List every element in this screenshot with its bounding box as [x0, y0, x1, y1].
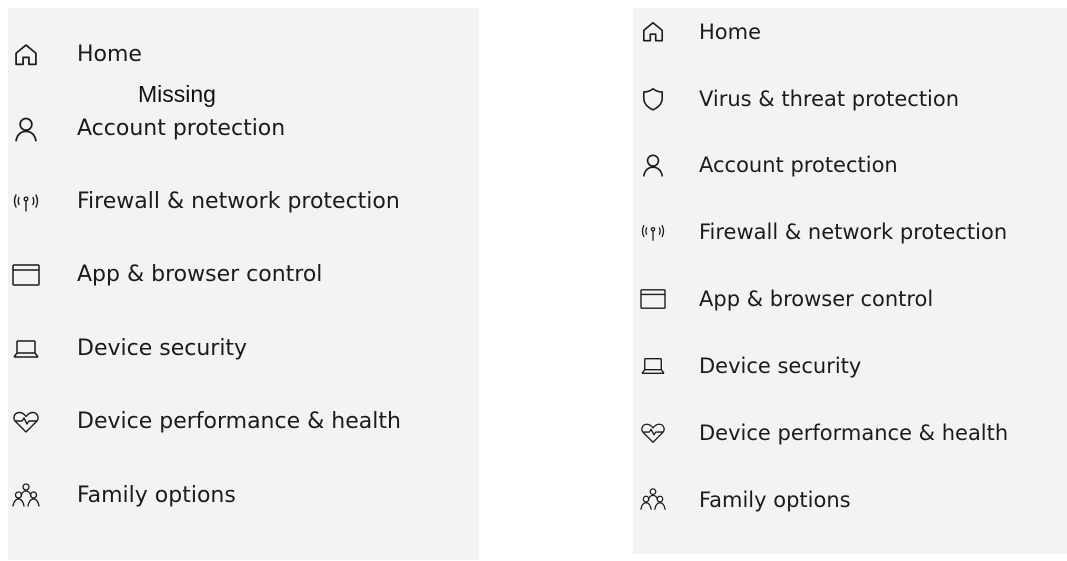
nav-item-label: Device security [699, 354, 862, 378]
heart-pulse-icon [10, 406, 42, 438]
nav-item-label: Firewall & network protection [77, 189, 400, 214]
app-window-icon [637, 283, 669, 315]
home-icon [10, 39, 42, 71]
nav-item-label: Virus & threat protection [699, 87, 960, 111]
laptop-icon [637, 350, 669, 382]
nav-item-label: Family options [77, 483, 236, 508]
family-icon [637, 484, 669, 516]
shield-icon [637, 83, 669, 115]
heart-pulse-icon [637, 417, 669, 449]
nav-item-firewall[interactable]: Firewall & network protection [8, 182, 468, 222]
nav-item-home[interactable]: Home [8, 35, 468, 75]
nav-item-label: Account protection [699, 153, 898, 177]
nav-item-family-options[interactable]: Family options [8, 476, 468, 516]
nav-item-family-options[interactable]: Family options [633, 480, 1053, 520]
nav-item-label: Account protection [77, 116, 286, 141]
laptop-icon [10, 333, 42, 365]
nav-item-label: Home [77, 42, 142, 67]
nav-item-app-browser-control[interactable]: App & browser control [8, 255, 468, 295]
nav-item-label: Home [699, 20, 762, 44]
nav-item-device-security[interactable]: Device security [8, 329, 468, 369]
nav-item-account-protection[interactable]: Account protection [633, 145, 1053, 185]
nav-item-label: Device performance & health [77, 409, 401, 434]
nav-item-device-performance[interactable]: Device performance & health [633, 413, 1053, 453]
home-icon [637, 16, 669, 48]
nav-item-label: Device security [77, 336, 248, 361]
nav-item-label: App & browser control [699, 287, 934, 311]
nav-item-label: App & browser control [77, 262, 323, 287]
person-icon [637, 149, 669, 181]
nav-item-label: Device performance & health [699, 421, 1009, 445]
nav-item-device-performance[interactable]: Device performance & health [8, 402, 468, 442]
nav-item-virus-threat-protection[interactable]: Virus & threat protection [633, 79, 1053, 119]
nav-item-firewall[interactable]: Firewall & network protection [633, 212, 1053, 252]
antenna-icon [637, 216, 669, 248]
nav-item-label: Firewall & network protection [699, 220, 1008, 244]
nav-item-device-security[interactable]: Device security [633, 346, 1053, 386]
nav-item-label: Family options [699, 488, 851, 512]
antenna-icon [10, 186, 42, 218]
nav-item-account-protection[interactable]: Account protection [8, 109, 468, 149]
nav-item-home[interactable]: Home [633, 12, 1053, 52]
missing-annotation: Missing [138, 81, 216, 107]
family-icon [10, 480, 42, 512]
person-icon [10, 113, 42, 145]
left-navigation-panel: Missing Home Account protection Firewall… [8, 8, 479, 560]
app-window-icon [10, 259, 42, 291]
nav-item-app-browser-control[interactable]: App & browser control [633, 279, 1053, 319]
right-navigation-panel: Home Virus & threat protection Account p… [633, 8, 1067, 554]
